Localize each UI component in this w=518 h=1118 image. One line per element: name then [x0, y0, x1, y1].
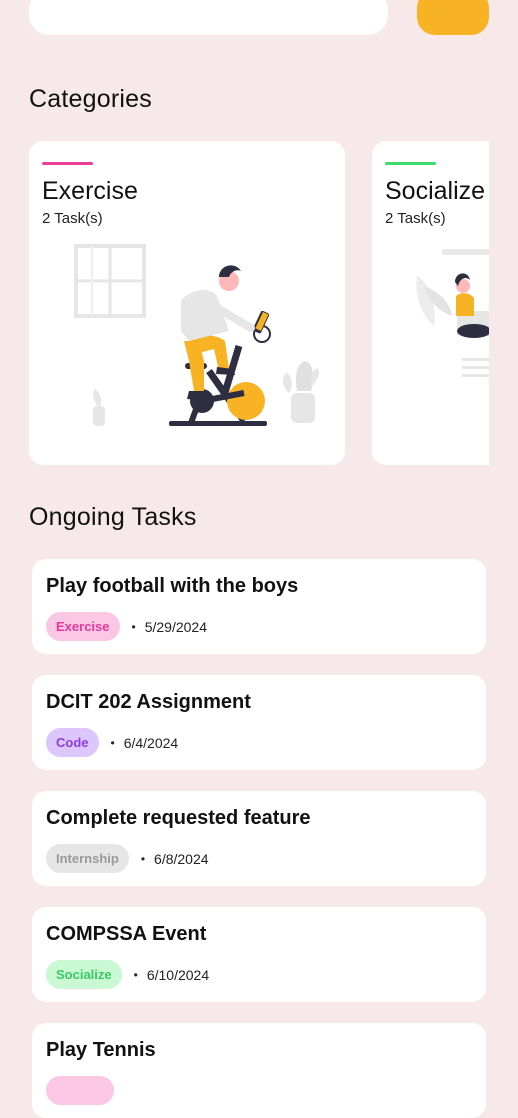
task-meta [46, 1076, 114, 1105]
category-tag: Code [46, 728, 99, 757]
task-title: COMPSSA Event [46, 923, 207, 945]
separator-dot: • [133, 967, 138, 982]
task-meta: Internship • 6/8/2024 [46, 844, 209, 873]
separator-dot: • [140, 851, 146, 866]
task-title: DCIT 202 Assignment [46, 691, 251, 713]
task-meta: Code • 6/4/2024 [46, 728, 178, 757]
category-tag [46, 1076, 114, 1105]
category-tag: Exercise [46, 612, 120, 641]
category-accent-bar [385, 162, 436, 165]
task-card[interactable]: Complete requested feature Internship • … [32, 791, 486, 886]
task-date: 6/4/2024 [123, 734, 179, 751]
add-task-button[interactable] [417, 0, 489, 35]
categories-heading: Categories [29, 85, 152, 113]
task-card[interactable]: Play football with the boys Exercise • 5… [32, 559, 486, 654]
task-card[interactable]: DCIT 202 Assignment Code • 6/4/2024 [32, 675, 486, 770]
categories-carousel[interactable]: Exercise 2 Task(s) Socialize 2 Task(s) [29, 141, 489, 465]
category-name: Socialize [385, 177, 486, 205]
separator-dot: • [110, 735, 115, 750]
task-title: Play Tennis [46, 1039, 156, 1061]
task-card[interactable]: COMPSSA Event Socialize • 6/10/2024 [32, 907, 486, 1002]
search-bar[interactable] [29, 0, 388, 35]
task-card[interactable]: Play Tennis [32, 1023, 486, 1118]
task-title: Complete requested feature [46, 807, 311, 829]
category-tag: Internship [46, 844, 129, 873]
task-meta: Exercise • 5/29/2024 [46, 612, 207, 641]
category-accent-bar [42, 162, 93, 165]
ongoing-tasks-heading: Ongoing Tasks [29, 503, 197, 531]
category-task-count: 2 Task(s) [385, 210, 446, 227]
exercise-bike-illustration [74, 244, 320, 426]
category-card-socialize[interactable]: Socialize 2 Task(s) [372, 141, 489, 465]
category-tag: Socialize [46, 960, 122, 989]
category-name: Exercise [42, 177, 138, 205]
category-card-exercise[interactable]: Exercise 2 Task(s) [29, 141, 345, 465]
task-date: 5/29/2024 [144, 618, 207, 635]
task-meta: Socialize • 6/10/2024 [46, 960, 209, 989]
task-date: 6/10/2024 [146, 966, 210, 983]
task-title: Play football with the boys [46, 575, 299, 597]
socialize-illustration [416, 249, 489, 377]
separator-dot: • [131, 619, 136, 634]
task-date: 6/8/2024 [154, 850, 209, 867]
category-task-count: 2 Task(s) [42, 210, 103, 227]
